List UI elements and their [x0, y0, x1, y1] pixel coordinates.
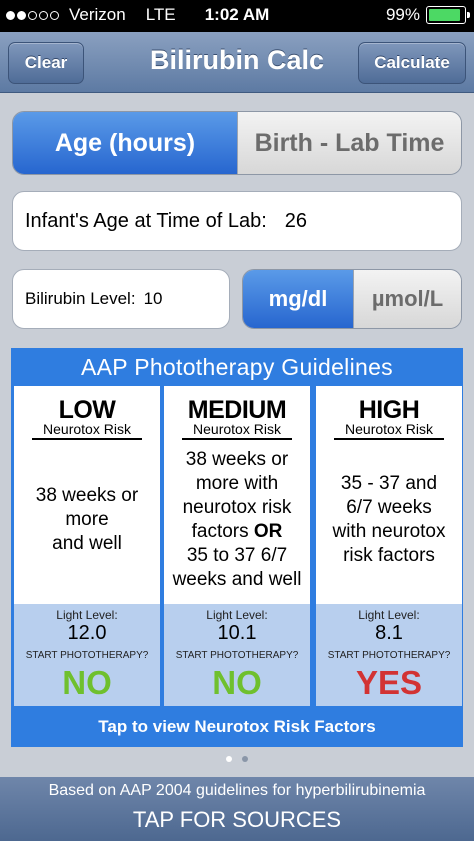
phototherapy-answer: NO — [62, 664, 112, 701]
risk-result: Light Level: 12.0 START PHOTOTHERAPY? NO — [14, 604, 160, 706]
risk-column-medium: MEDIUM Neurotox Risk 38 weeks or more wi… — [164, 386, 310, 706]
footer-guideline-note: Based on AAP 2004 guidelines for hyperbi… — [48, 782, 426, 799]
age-mode-segmented-control: Age (hours) Birth - Lab Time — [12, 111, 462, 175]
risk-column-low: LOW Neurotox Risk 38 weeks or more and w… — [14, 386, 160, 706]
risk-subtitle: Neurotox Risk — [14, 421, 160, 440]
infant-age-label: Infant's Age at Time of Lab: — [25, 209, 267, 232]
segment-mg-dl[interactable]: mg/dl — [243, 270, 353, 328]
page-dot-2[interactable] — [242, 756, 248, 762]
status-right: 99% — [385, 5, 470, 25]
segment-age-hours[interactable]: Age (hours) — [13, 112, 237, 174]
calculate-button[interactable]: Calculate — [358, 42, 466, 84]
light-level-label: Light Level: — [56, 608, 118, 622]
light-level-value: 8.1 — [375, 622, 403, 644]
risk-description: 35 - 37 and 6/7 weeks with neurotox risk… — [332, 473, 446, 566]
guidelines-panel: AAP Phototherapy Guidelines LOW Neurotox… — [11, 348, 463, 747]
light-level-label: Light Level: — [358, 608, 420, 622]
risk-result: Light Level: 8.1 START PHOTOTHERAPY? YES — [316, 604, 462, 706]
page-dot-1[interactable] — [226, 756, 232, 762]
view-neurotox-risk-factors-button[interactable]: Tap to view Neurotox Risk Factors — [11, 710, 463, 747]
battery-percent: 99% — [385, 5, 420, 24]
battery-icon — [426, 6, 470, 24]
light-level-label: Light Level: — [206, 608, 268, 622]
sources-footer[interactable]: Based on AAP 2004 guidelines for hyperbi… — [0, 777, 474, 841]
segment-umol-l[interactable]: µmol/L — [353, 270, 461, 328]
bilirubin-level-value[interactable]: 10 — [144, 289, 163, 309]
start-phototherapy-label: START PHOTOTHERAPY? — [25, 650, 149, 661]
guidelines-heading: AAP Phototherapy Guidelines — [81, 354, 393, 380]
page-indicator[interactable] — [0, 756, 474, 766]
bilirubin-level-field[interactable]: Bilirubin Level: 10 — [12, 269, 230, 329]
start-phototherapy-label: START PHOTOTHERAPY? — [327, 650, 451, 661]
segment-birth-lab-time[interactable]: Birth - Lab Time — [237, 112, 461, 174]
risk-description: 38 weeks or more with neurotox risk fact… — [172, 449, 302, 590]
risk-description: 38 weeks or more and well — [35, 485, 139, 554]
tap-for-sources-button[interactable]: TAP FOR SOURCES — [0, 807, 474, 833]
risk-subtitle: Neurotox Risk — [316, 421, 462, 440]
infant-age-value[interactable]: 26 — [285, 210, 307, 233]
bilirubin-level-label: Bilirubin Level: — [25, 289, 136, 308]
light-level-value: 12.0 — [67, 622, 107, 644]
risk-result: Light Level: 10.1 START PHOTOTHERAPY? NO — [164, 604, 310, 706]
risk-column-high: HIGH Neurotox Risk 35 - 37 and 6/7 weeks… — [316, 386, 462, 706]
status-bar: Verizon LTE 1:02 AM 99% — [0, 0, 474, 32]
unit-segmented-control: mg/dl µmol/L — [242, 269, 462, 329]
phototherapy-answer: YES — [355, 664, 423, 701]
risk-subtitle: Neurotox Risk — [164, 421, 310, 440]
start-phototherapy-label: START PHOTOTHERAPY? — [175, 650, 299, 661]
phototherapy-answer: NO — [212, 664, 262, 701]
light-level-value: 10.1 — [217, 622, 257, 644]
infant-age-field[interactable]: Infant's Age at Time of Lab: 26 — [12, 191, 462, 251]
navigation-bar: Clear Bilirubin Calc Calculate — [0, 32, 474, 93]
